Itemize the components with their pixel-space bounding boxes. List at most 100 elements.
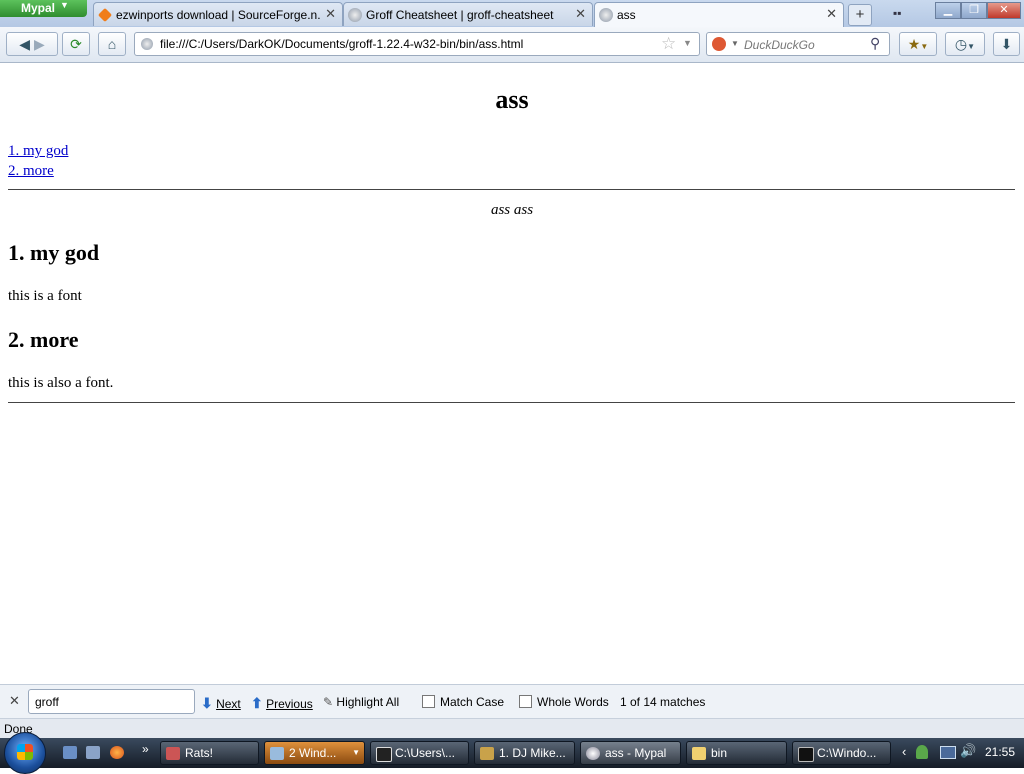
network-icon[interactable] <box>940 746 956 759</box>
section-text: this is also a font. <box>8 375 114 391</box>
taskbar-item-windows-group[interactable]: 2 Wind... ▼ <box>264 741 365 765</box>
reload-icon: ⟳ <box>70 36 82 52</box>
chevron-down-icon[interactable]: ▼ <box>731 39 739 48</box>
find-next-button[interactable]: ⬇ Next <box>201 695 241 712</box>
highlight-all-button[interactable]: ✎ Highlight All <box>323 695 399 709</box>
horizontal-rule <box>8 189 1015 190</box>
bookmarks-icon: ★ <box>907 36 921 52</box>
search-icon[interactable]: ⚲ <box>870 35 880 52</box>
windows-logo-icon <box>17 744 33 760</box>
taskbar-item-ass-mypal[interactable]: ass - Mypal <box>580 741 681 765</box>
page-content: ass 1. my god 2. more ass ass 1. my god … <box>0 63 1024 683</box>
arrow-up-icon: ⬆ <box>251 695 263 711</box>
arrow-down-icon: ⬇ <box>201 695 213 711</box>
toc-link-my-god[interactable]: 1. my god <box>8 143 68 160</box>
taskbar: » Rats! 2 Wind... ▼ C:\Users\... 1. DJ M… <box>0 732 1024 774</box>
taskbar-item-label: 1. DJ Mike... <box>499 746 566 760</box>
find-next-label: Next <box>216 697 241 711</box>
find-bar: ✕ ⬇ Next ⬆ Previous ✎ Highlight All Matc… <box>0 684 1024 719</box>
bookmarks-button[interactable]: ★▼ <box>899 32 937 56</box>
taskbar-item-7zip[interactable]: C:\Users\... <box>370 741 469 765</box>
taskbar-item-label: ass - Mypal <box>605 746 667 760</box>
back-icon[interactable]: ◀ <box>19 36 30 52</box>
find-input[interactable] <box>28 689 195 714</box>
horizontal-rule <box>8 402 1015 403</box>
match-case-checkbox[interactable] <box>422 695 435 708</box>
quick-launch-overflow-icon[interactable]: » <box>142 742 149 756</box>
find-match-count: 1 of 14 matches <box>620 695 706 709</box>
close-window-button[interactable]: ✕ <box>987 2 1021 19</box>
new-tab-button[interactable]: + <box>848 4 872 26</box>
taskbar-item-rats[interactable]: Rats! <box>160 741 259 765</box>
download-arrow-icon: ⬇ <box>1000 36 1013 52</box>
history-button[interactable]: ◷▼ <box>945 32 985 56</box>
volume-icon[interactable]: 🔊 <box>960 743 976 759</box>
tab-list-icon[interactable]: ▪▪ <box>893 6 902 20</box>
globe-icon <box>348 8 362 22</box>
section-text: this is a font <box>8 288 82 304</box>
app-icon <box>270 747 284 760</box>
section-heading-my-god: 1. my god <box>8 240 100 265</box>
close-tab-icon[interactable]: ✕ <box>575 6 586 22</box>
page-title: ass <box>495 85 529 114</box>
url-text[interactable]: file:///C:/Users/DarkOK/Documents/groff-… <box>160 37 523 51</box>
app-menu-button[interactable]: Mypal ▼ <box>0 0 87 17</box>
clock[interactable]: 21:55 <box>985 745 1015 759</box>
taskbar-item-dj-mike[interactable]: 1. DJ Mike... <box>474 741 575 765</box>
highlight-all-label: Highlight All <box>336 695 400 709</box>
reload-button[interactable]: ⟳ <box>62 32 90 56</box>
home-button[interactable]: ⌂ <box>98 32 126 56</box>
close-tab-icon[interactable]: ✕ <box>826 6 837 22</box>
highlighter-icon: ✎ <box>323 695 334 709</box>
show-desktop-icon[interactable] <box>63 746 77 759</box>
browser-icon <box>586 747 600 760</box>
chevron-down-icon: ▼ <box>967 42 976 51</box>
forward-icon[interactable]: ▶ <box>34 36 45 52</box>
find-previous-label: Previous <box>266 697 313 711</box>
tab-ezwinports[interactable]: ezwinports download | SourceForge.n... ✕ <box>93 2 343 26</box>
tab-title: Groff Cheatsheet | groff-cheatsheet <box>366 8 554 22</box>
maximize-button[interactable]: ❐ <box>961 2 987 19</box>
tab-title: ass <box>617 8 636 22</box>
taskbar-item-cmd[interactable]: C:\Windo... <box>792 741 891 765</box>
section-heading-more: 2. more <box>8 327 79 352</box>
app-icon <box>480 747 494 760</box>
tray-expand-icon[interactable]: ‹ <box>902 744 906 759</box>
sourceforge-icon <box>97 7 113 23</box>
chevron-down-icon: ▼ <box>920 42 929 51</box>
duckduckgo-icon[interactable] <box>712 37 726 51</box>
switch-windows-icon[interactable] <box>86 746 100 759</box>
firefox-icon[interactable] <box>110 746 124 759</box>
toc-link-more[interactable]: 2. more <box>8 163 54 180</box>
url-history-dropdown-icon[interactable]: ▼ <box>683 38 692 48</box>
home-icon: ⌂ <box>107 36 117 52</box>
tab-title: ezwinports download | SourceForge.n... <box>116 8 321 22</box>
users-icon[interactable] <box>916 745 928 759</box>
chevron-down-icon: ▼ <box>60 0 69 10</box>
search-bar[interactable]: ▼ DuckDuckGo ⚲ <box>706 32 890 56</box>
downloads-button[interactable]: ⬇ <box>993 32 1020 56</box>
taskbar-item-label: Rats! <box>185 746 214 760</box>
navigation-toolbar: ◀ ▶ ⟳ ⌂ file:///C:/Users/DarkOK/Document… <box>0 27 1024 63</box>
whole-words-label[interactable]: Whole Words <box>537 695 609 709</box>
back-forward-buttons[interactable]: ◀ ▶ <box>6 32 58 56</box>
folder-icon <box>692 747 706 760</box>
close-find-bar-icon[interactable]: ✕ <box>9 693 20 709</box>
whole-words-checkbox[interactable] <box>519 695 532 708</box>
match-case-label[interactable]: Match Case <box>440 695 504 709</box>
taskbar-item-label: C:\Users\... <box>395 746 456 760</box>
chevron-down-icon: ▼ <box>352 748 360 757</box>
author-line: ass ass <box>490 202 534 218</box>
url-bar[interactable]: file:///C:/Users/DarkOK/Documents/groff-… <box>134 32 700 56</box>
taskbar-item-bin[interactable]: bin <box>686 741 787 765</box>
search-placeholder: DuckDuckGo <box>744 38 815 52</box>
tab-groff-cheatsheet[interactable]: Groff Cheatsheet | groff-cheatsheet ✕ <box>343 2 593 26</box>
find-previous-button[interactable]: ⬆ Previous <box>251 695 313 712</box>
taskbar-item-label: 2 Wind... <box>289 746 337 760</box>
tab-ass[interactable]: ass ✕ <box>594 2 844 27</box>
minimize-button[interactable]: ▁ <box>935 2 961 19</box>
bookmark-star-icon[interactable]: ☆ <box>661 34 676 54</box>
close-tab-icon[interactable]: ✕ <box>325 6 336 22</box>
globe-icon <box>599 8 613 22</box>
globe-icon <box>141 38 153 50</box>
